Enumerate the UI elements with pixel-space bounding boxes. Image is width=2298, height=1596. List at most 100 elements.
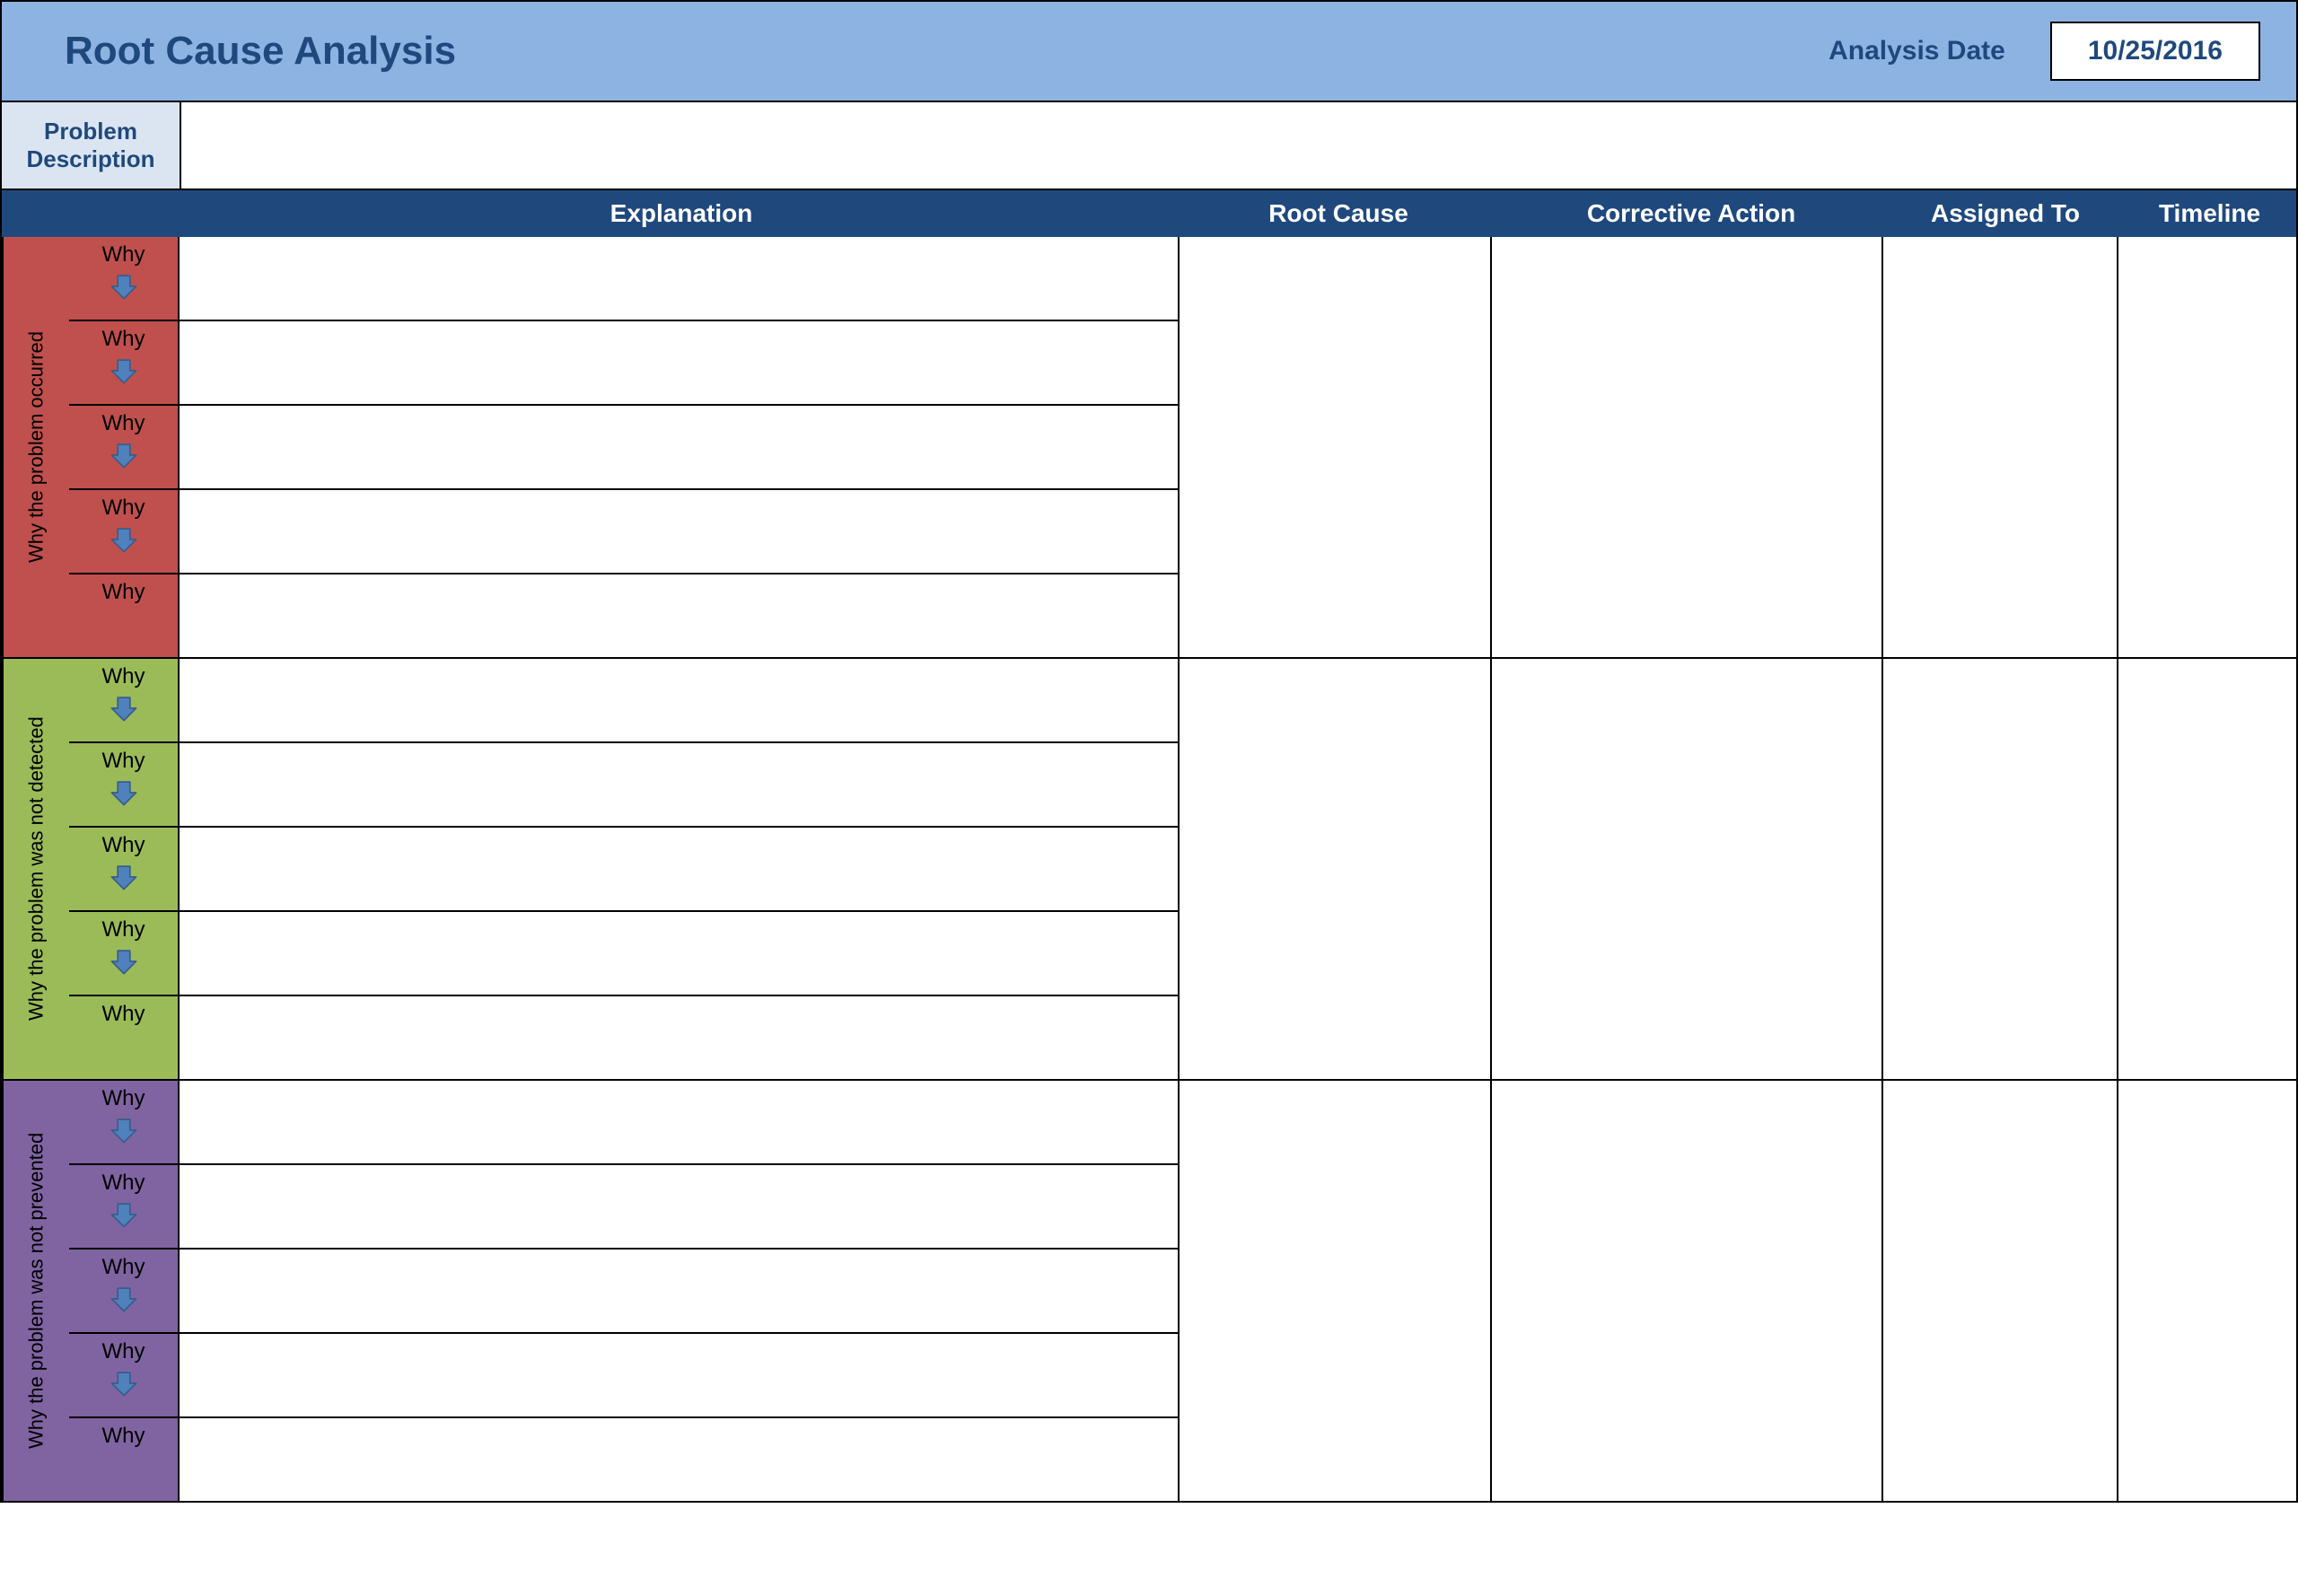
column-header-spacer-side <box>2 190 70 237</box>
why-row: Why <box>69 573 1180 657</box>
assigned-to-field[interactable] <box>1883 659 2118 1079</box>
why-row: Why <box>69 1163 1180 1248</box>
root-cause-field[interactable] <box>1180 659 1492 1079</box>
why-label: Why <box>69 1334 180 1416</box>
why-label: Why <box>69 1250 180 1332</box>
down-arrow-icon <box>109 271 139 302</box>
why-label: Why <box>69 321 180 404</box>
column-header-explanation: Explanation <box>181 190 1182 237</box>
why-label-text: Why <box>102 242 145 267</box>
why-label-text: Why <box>102 917 145 943</box>
column-header-corrective: Corrective Action <box>1495 190 1888 237</box>
timeline-field[interactable] <box>2118 237 2296 657</box>
why-explanation-field[interactable] <box>180 406 1180 488</box>
section-body-prevented: Why Why Why Why Why <box>69 1081 2296 1501</box>
why-label-text: Why <box>102 833 145 858</box>
down-arrow-icon <box>109 693 139 723</box>
column-header-assigned: Assigned To <box>1888 190 2124 237</box>
why-row: Why <box>69 1081 1180 1163</box>
why-label: Why <box>69 574 180 657</box>
problem-description-field[interactable] <box>181 102 2296 189</box>
page-title: Root Cause Analysis <box>65 29 456 74</box>
corrective-action-field[interactable] <box>1492 1081 1883 1501</box>
down-arrow-icon <box>109 1115 139 1145</box>
why-label: Why <box>69 237 180 320</box>
why-row: Why <box>69 659 1180 741</box>
why-row: Why <box>69 995 1180 1079</box>
why-row: Why <box>69 910 1180 995</box>
whys-column-detected: Why Why Why Why Why <box>69 659 1180 1079</box>
why-explanation-field[interactable] <box>180 659 1180 741</box>
why-label-text: Why <box>102 1002 145 1027</box>
timeline-field[interactable] <box>2118 659 2296 1079</box>
corrective-action-field[interactable] <box>1492 659 1883 1079</box>
why-row: Why <box>69 320 1180 404</box>
analysis-date-value[interactable]: 10/25/2016 <box>2050 22 2260 81</box>
why-label: Why <box>69 1081 180 1163</box>
corrective-action-field[interactable] <box>1492 237 1883 657</box>
timeline-field[interactable] <box>2118 1081 2296 1501</box>
why-label: Why <box>69 490 180 573</box>
why-label-text: Why <box>102 495 145 521</box>
section-side-label-prevented: Why the problem was not prevented <box>2 1081 69 1501</box>
down-arrow-icon <box>109 440 139 470</box>
why-explanation-field[interactable] <box>180 321 1180 404</box>
down-arrow-icon <box>109 355 139 386</box>
column-header-timeline: Timeline <box>2124 190 2296 237</box>
assigned-to-field[interactable] <box>1883 237 2118 657</box>
why-explanation-field[interactable] <box>180 1165 1180 1248</box>
title-bar: Root Cause Analysis Analysis Date 10/25/… <box>2 2 2296 102</box>
analysis-date-area: Analysis Date 10/25/2016 <box>1829 22 2260 81</box>
down-arrow-icon <box>109 777 139 808</box>
section-detected: Why the problem was not detectedWhy Why … <box>2 657 2296 1079</box>
why-row: Why <box>69 826 1180 910</box>
why-explanation-field[interactable] <box>180 574 1180 657</box>
section-prevented: Why the problem was not preventedWhy Why… <box>2 1079 2296 1501</box>
why-label-text: Why <box>102 1255 145 1280</box>
why-row: Why <box>69 1332 1180 1416</box>
why-row: Why <box>69 237 1180 320</box>
why-row: Why <box>69 741 1180 826</box>
section-side-label-detected: Why the problem was not detected <box>2 659 69 1079</box>
why-label-text: Why <box>102 1086 145 1111</box>
problem-description-row: ProblemDescription <box>2 102 2296 189</box>
why-explanation-field[interactable] <box>180 1334 1180 1416</box>
why-explanation-field[interactable] <box>180 490 1180 573</box>
down-arrow-icon <box>109 524 139 555</box>
why-explanation-field[interactable] <box>180 996 1180 1079</box>
why-explanation-field[interactable] <box>180 1418 1180 1501</box>
column-headers: Explanation Root Cause Corrective Action… <box>2 189 2296 237</box>
why-label-text: Why <box>102 411 145 436</box>
why-label: Why <box>69 1165 180 1248</box>
root-cause-field[interactable] <box>1180 1081 1492 1501</box>
why-explanation-field[interactable] <box>180 237 1180 320</box>
assigned-to-field[interactable] <box>1883 1081 2118 1501</box>
why-row: Why <box>69 1416 1180 1501</box>
why-row: Why <box>69 1248 1180 1332</box>
why-label: Why <box>69 912 180 995</box>
down-arrow-icon <box>109 862 139 892</box>
why-label-text: Why <box>102 327 145 352</box>
why-row: Why <box>69 404 1180 488</box>
rca-worksheet: Root Cause Analysis Analysis Date 10/25/… <box>0 0 2298 1503</box>
why-explanation-field[interactable] <box>180 1250 1180 1332</box>
problem-description-label: ProblemDescription <box>2 102 181 189</box>
why-label-text: Why <box>102 1339 145 1364</box>
column-header-spacer-why <box>70 190 181 237</box>
whys-column-prevented: Why Why Why Why Why <box>69 1081 1180 1501</box>
down-arrow-icon <box>109 1368 139 1399</box>
down-arrow-icon <box>109 1284 139 1314</box>
why-row: Why <box>69 488 1180 573</box>
why-explanation-field[interactable] <box>180 743 1180 826</box>
why-explanation-field[interactable] <box>180 912 1180 995</box>
why-label: Why <box>69 1418 180 1501</box>
section-occurred: Why the problem occurredWhy Why Why Why … <box>2 237 2296 657</box>
why-explanation-field[interactable] <box>180 1081 1180 1163</box>
section-side-label-occurred: Why the problem occurred <box>2 237 69 657</box>
why-label: Why <box>69 659 180 741</box>
sections-container: Why the problem occurredWhy Why Why Why … <box>2 237 2296 1501</box>
why-label-text: Why <box>102 1171 145 1196</box>
root-cause-field[interactable] <box>1180 237 1492 657</box>
section-body-occurred: Why Why Why Why Why <box>69 237 2296 657</box>
why-explanation-field[interactable] <box>180 828 1180 910</box>
